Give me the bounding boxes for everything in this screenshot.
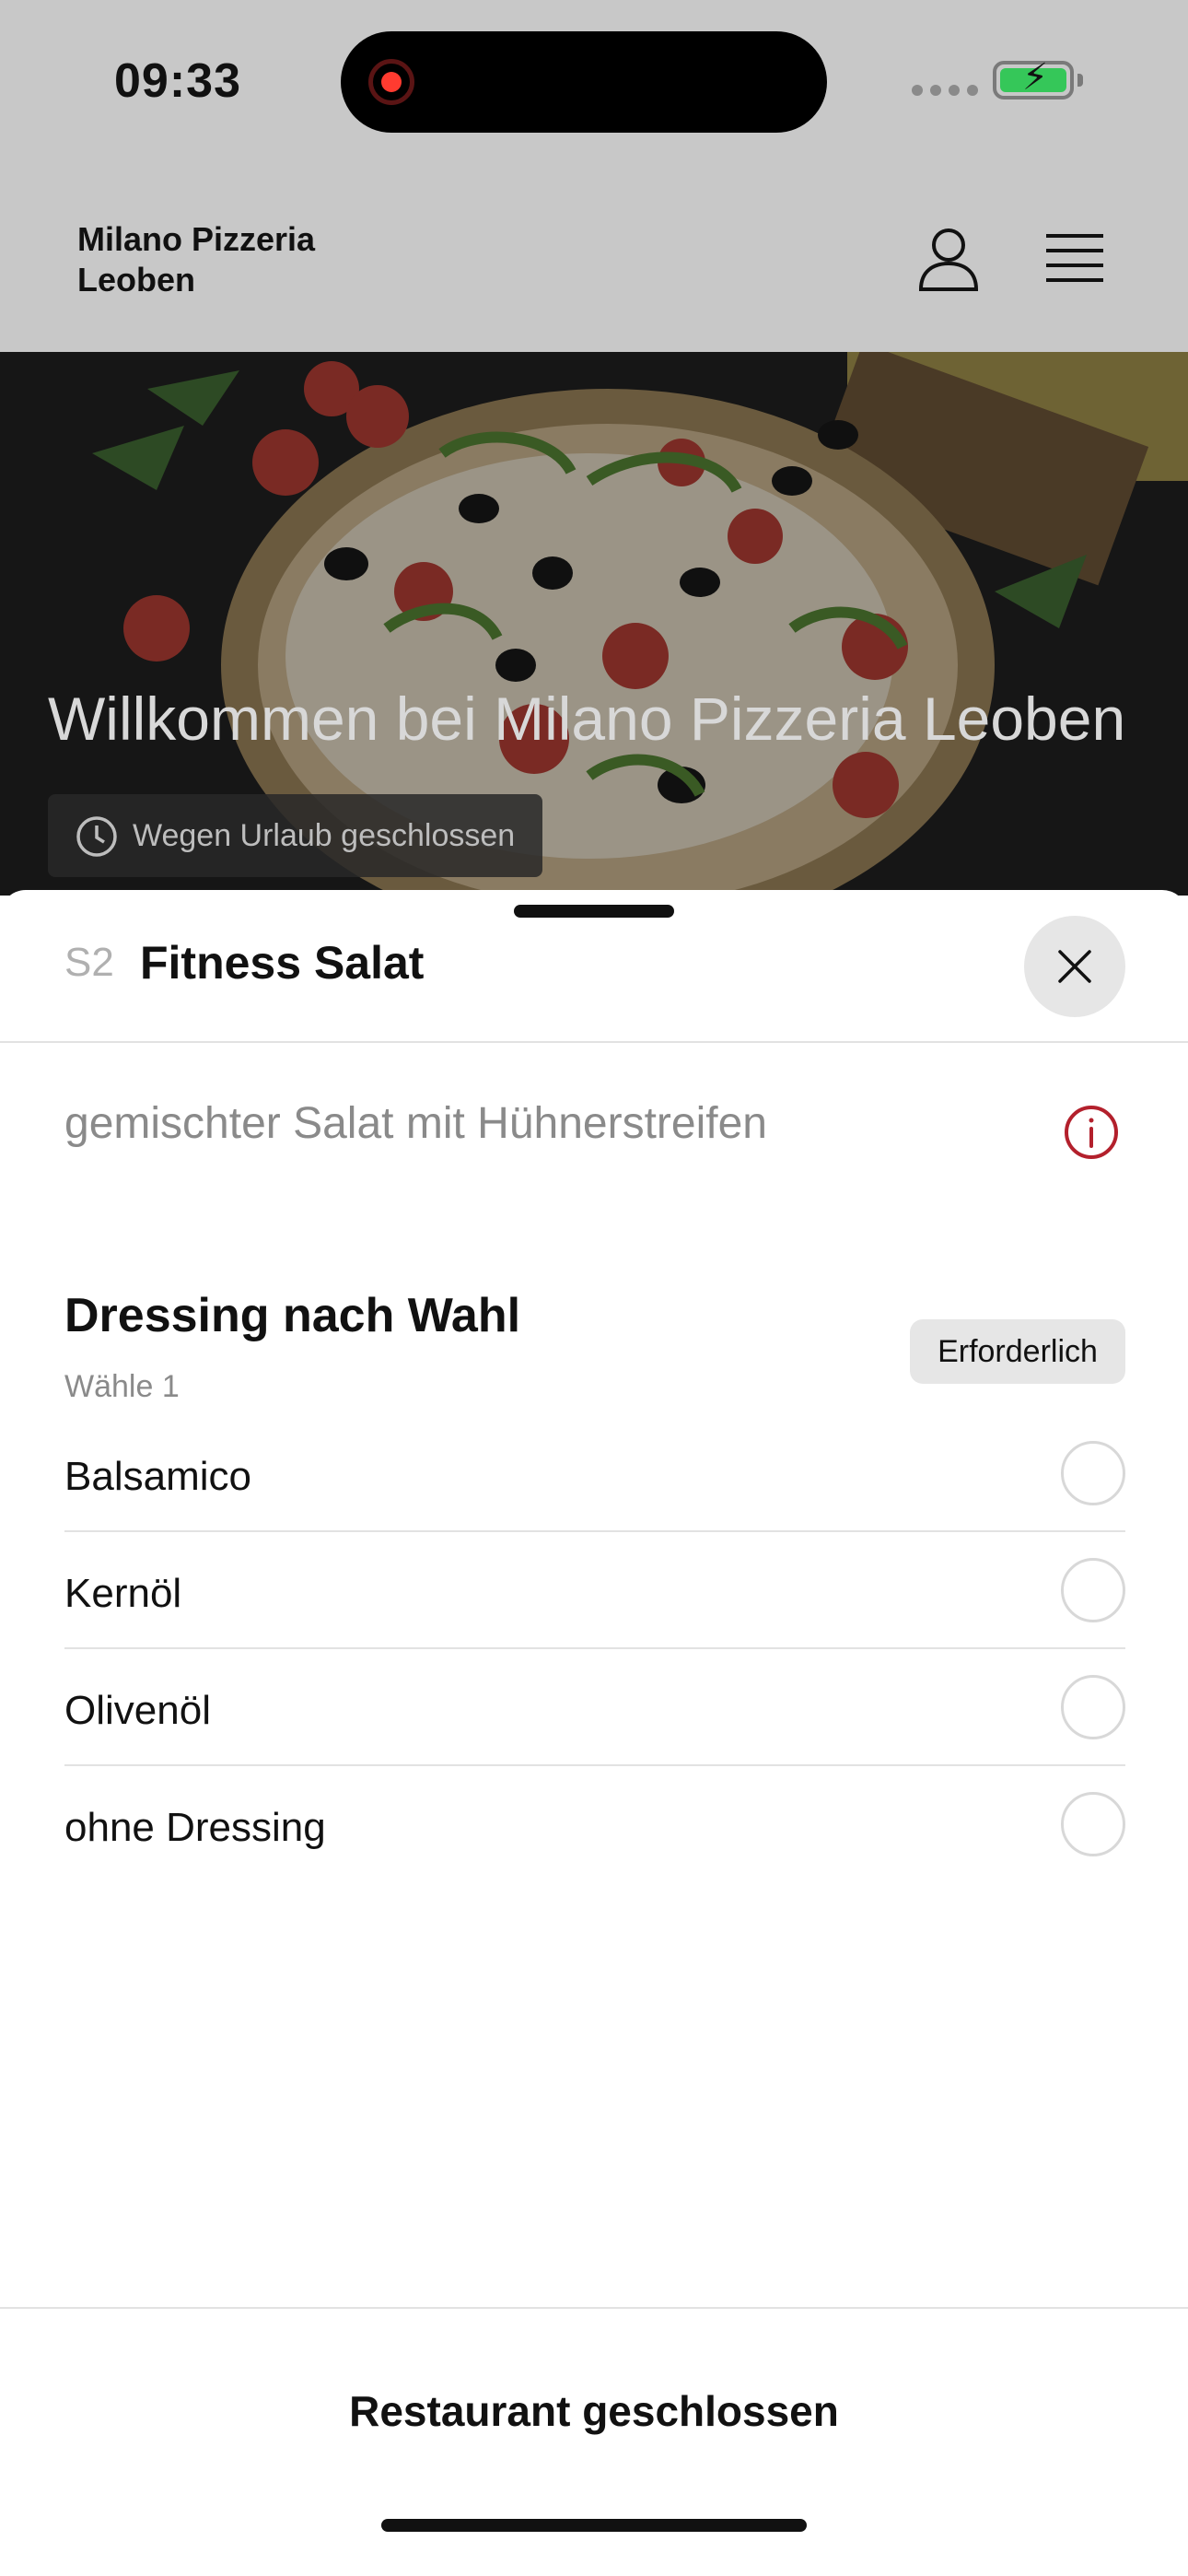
item-detail-sheet: S2 Fitness Salat gemischter Salat mit Hü…: [0, 890, 1188, 2576]
required-badge: Erforderlich: [910, 1319, 1125, 1384]
dynamic-island: [341, 31, 827, 133]
option-balsamico[interactable]: Balsamico: [64, 1415, 1125, 1532]
option-label: Olivenöl: [64, 1688, 211, 1733]
option-olivenoel[interactable]: Olivenöl: [64, 1649, 1125, 1766]
item-code: S2: [64, 940, 114, 985]
hero-title: Willkommen bei Milano Pizzeria Leoben: [48, 685, 1126, 753]
sheet-footer: Restaurant geschlossen: [0, 2307, 1188, 2576]
screen-recording-icon: [368, 59, 414, 105]
app-header: Milano Pizzeria Leoben: [0, 184, 1188, 352]
sheet-grabber[interactable]: [514, 905, 674, 918]
restaurant-closed-label: Restaurant geschlossen: [349, 2387, 839, 2435]
option-label: Balsamico: [64, 1454, 251, 1499]
user-icon[interactable]: [917, 227, 980, 293]
status-bar: 09:33 ⚡: [0, 0, 1188, 184]
close-icon: [1058, 950, 1091, 983]
option-group-subtitle: Wähle 1: [64, 1369, 180, 1404]
closed-status-badge: Wegen Urlaub geschlossen: [48, 794, 543, 877]
option-ohne-dressing[interactable]: ohne Dressing: [64, 1766, 1125, 1883]
status-time: 09:33: [114, 54, 241, 108]
sheet-header: S2 Fitness Salat: [0, 890, 1188, 1043]
dressing-option-list: Balsamico Kernöl Olivenöl ohne Dressing: [64, 1415, 1125, 1883]
clock-icon: [76, 816, 117, 857]
app-title[interactable]: Milano Pizzeria Leoben: [77, 219, 409, 300]
hero-banner: Willkommen bei Milano Pizzeria Leoben We…: [0, 352, 1188, 896]
radio-button[interactable]: [1061, 1675, 1125, 1739]
option-kernoel[interactable]: Kernöl: [64, 1532, 1125, 1649]
battery-icon: ⚡: [993, 59, 1083, 100]
item-description: gemischter Salat mit Hühnerstreifen: [64, 1099, 767, 1148]
signal-icon: [912, 85, 978, 96]
option-group-title: Dressing nach Wahl: [64, 1289, 521, 1342]
info-icon[interactable]: [1063, 1104, 1120, 1161]
option-label: ohne Dressing: [64, 1805, 326, 1850]
option-label: Kernöl: [64, 1571, 182, 1616]
radio-button[interactable]: [1061, 1558, 1125, 1622]
close-button[interactable]: [1024, 916, 1125, 1017]
home-indicator: [381, 2519, 807, 2532]
closed-status-text: Wegen Urlaub geschlossen: [133, 817, 516, 853]
menu-icon[interactable]: [1044, 230, 1105, 286]
item-name: Fitness Salat: [140, 937, 425, 989]
radio-button[interactable]: [1061, 1441, 1125, 1505]
radio-button[interactable]: [1061, 1792, 1125, 1856]
